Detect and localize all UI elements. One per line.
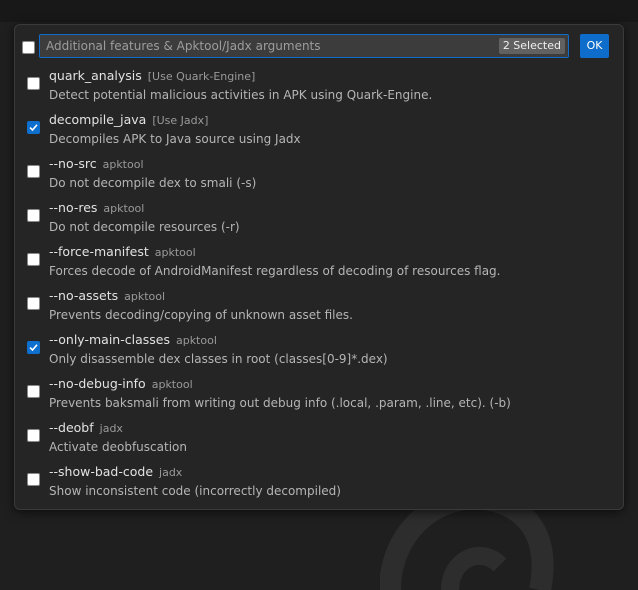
- item-title: --no-src apktool: [49, 156, 144, 171]
- item-description: Prevents baksmali from writing out debug…: [49, 396, 511, 410]
- select-all-checkbox[interactable]: [22, 41, 35, 54]
- list-item-deobf[interactable]: --deobf jadx Activate deobfuscation: [15, 417, 623, 461]
- top-bar: [0, 0, 638, 22]
- item-checkbox[interactable]: [27, 165, 40, 178]
- item-label: --no-assets: [49, 288, 119, 303]
- item-label: --only-main-classes: [49, 332, 170, 347]
- item-checkbox[interactable]: [27, 385, 40, 398]
- item-title: --no-assets apktool: [49, 288, 165, 303]
- quick-pick-header: 2 Selected OK: [15, 25, 623, 65]
- item-description: Do not decompile dex to smali (-s): [49, 176, 257, 190]
- item-description: Prevents decoding/copying of unknown ass…: [49, 308, 353, 322]
- list-item-no-src[interactable]: --no-src apktool Do not decompile dex to …: [15, 153, 623, 197]
- list-item-decompile-java[interactable]: decompile_java [Use Jadx] Decompiles APK …: [15, 109, 623, 153]
- item-tag: apktool: [102, 158, 144, 171]
- item-title: --force-manifest apktool: [49, 244, 196, 259]
- item-label: decompile_java: [49, 112, 147, 127]
- item-label: --no-src: [49, 156, 97, 171]
- search-input[interactable]: [46, 37, 496, 55]
- quick-pick-panel: 2 Selected OK quark_analysis [Use Quark-E…: [14, 24, 624, 510]
- search-box[interactable]: 2 Selected: [39, 34, 569, 58]
- item-label: quark_analysis: [49, 68, 142, 83]
- list-item-only-main-classes[interactable]: --only-main-classes apktool Only disassem…: [15, 329, 623, 373]
- item-checkbox[interactable]: [27, 341, 40, 354]
- item-checkbox[interactable]: [27, 209, 40, 222]
- item-checkbox[interactable]: [27, 121, 40, 134]
- list-item-no-debug-info[interactable]: --no-debug-info apktool Prevents baksmali…: [15, 373, 623, 417]
- item-title: quark_analysis [Use Quark-Engine]: [49, 68, 255, 83]
- item-title: decompile_java [Use Jadx]: [49, 112, 208, 127]
- list-item-no-res[interactable]: --no-res apktool Do not decompile resourc…: [15, 197, 623, 241]
- item-title: --only-main-classes apktool: [49, 332, 217, 347]
- item-title: --no-debug-info apktool: [49, 376, 193, 391]
- item-checkbox[interactable]: [27, 77, 40, 90]
- item-title: --deobf jadx: [49, 420, 123, 435]
- item-description: Decompiles APK to Java source using Jadx: [49, 132, 301, 146]
- item-tag: apktool: [154, 246, 196, 259]
- list-item-no-assets[interactable]: --no-assets apktool Prevents decoding/cop…: [15, 285, 623, 329]
- item-label: --no-debug-info: [49, 376, 146, 391]
- selected-count-badge: 2 Selected: [498, 38, 565, 54]
- item-checkbox[interactable]: [27, 429, 40, 442]
- item-description: Do not decompile resources (-r): [49, 220, 240, 234]
- list-item-quark-analysis[interactable]: quark_analysis [Use Quark-Engine] Detect …: [15, 65, 623, 109]
- item-checkbox[interactable]: [27, 297, 40, 310]
- list-item-force-manifest[interactable]: --force-manifest apktool Forces decode of…: [15, 241, 623, 285]
- options-list: quark_analysis [Use Quark-Engine] Detect …: [15, 65, 623, 505]
- item-tag: apktool: [103, 202, 145, 215]
- item-description: Forces decode of AndroidManifest regardl…: [49, 264, 501, 278]
- item-label: --deobf: [49, 420, 94, 435]
- ok-button[interactable]: OK: [580, 34, 609, 58]
- item-description: Show inconsistent code (incorrectly deco…: [49, 484, 341, 498]
- item-title: --no-res apktool: [49, 200, 144, 215]
- item-label: --force-manifest: [49, 244, 149, 259]
- item-tag: apktool: [151, 378, 193, 391]
- item-checkbox[interactable]: [27, 253, 40, 266]
- item-description: Detect potential malicious activities in…: [49, 88, 433, 102]
- item-checkbox[interactable]: [27, 473, 40, 486]
- item-description: Activate deobfuscation: [49, 440, 187, 454]
- item-description: Only disassemble dex classes in root (cl…: [49, 352, 388, 366]
- item-tag: [Use Jadx]: [152, 114, 209, 127]
- item-tag: apktool: [175, 334, 217, 347]
- item-label: --no-res: [49, 200, 98, 215]
- item-tag: jadx: [99, 422, 123, 435]
- item-title: --show-bad-code jadx: [49, 464, 182, 479]
- item-label: --show-bad-code: [49, 464, 154, 479]
- item-tag: apktool: [124, 290, 166, 303]
- list-item-show-bad-code[interactable]: --show-bad-code jadx Show inconsistent co…: [15, 461, 623, 505]
- item-tag: [Use Quark-Engine]: [147, 70, 256, 83]
- item-tag: jadx: [159, 466, 183, 479]
